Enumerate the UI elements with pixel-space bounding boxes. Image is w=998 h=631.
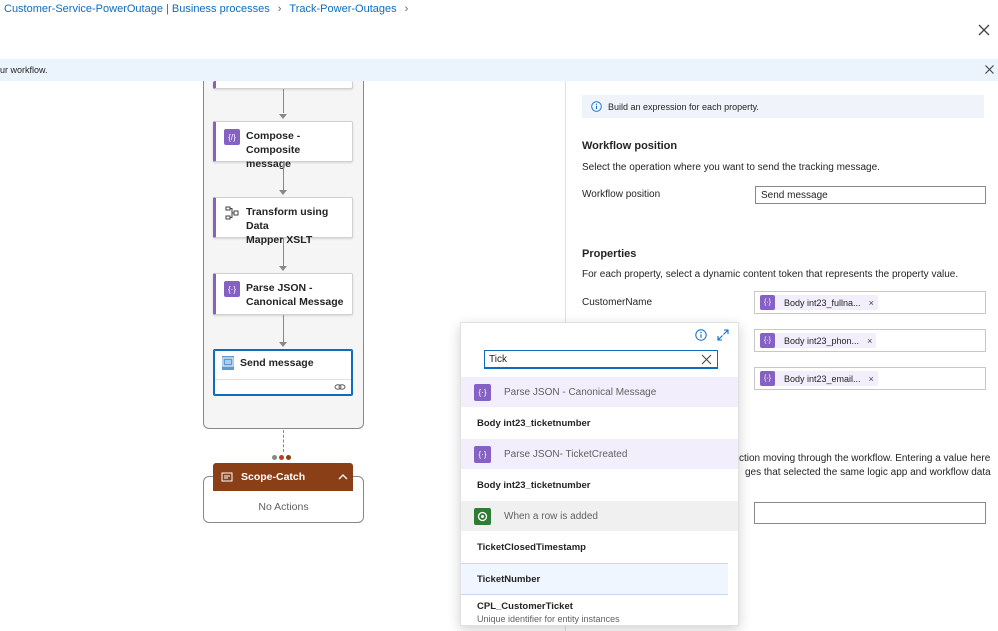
remove-token-icon[interactable]: ×: [867, 336, 872, 346]
chevron-up-icon[interactable]: [338, 473, 348, 480]
status-dot: [279, 455, 284, 460]
email-field[interactable]: {·} Body int23_email... ×: [754, 367, 986, 390]
action-card-label: Compose - Composite message: [246, 130, 301, 170]
info-bar: ur workflow.: [0, 59, 998, 81]
workflow-position-label: Workflow position: [582, 189, 661, 200]
connector-line: [283, 238, 284, 266]
breadcrumb-item-workflow[interactable]: Track-Power-Outages: [289, 3, 396, 15]
info-icon[interactable]: [695, 329, 707, 341]
remove-token-icon[interactable]: ×: [869, 298, 874, 308]
chevron-right-icon: ›: [277, 3, 282, 15]
action-card-label: Transform using Data Mapper XSLT: [246, 206, 329, 246]
list-item[interactable]: CPL_CustomerTicket Unique identifier for…: [461, 595, 738, 624]
group-label: When a row is added: [504, 510, 598, 522]
chevron-right-icon: ›: [404, 3, 409, 15]
token-label: Body int23_fullna...: [784, 297, 861, 308]
action-card-compose[interactable]: {/} Compose - Composite message: [213, 121, 353, 170]
info-note: Build an expression for each property.: [582, 95, 984, 118]
parse-json-icon: {·}: [760, 295, 775, 310]
list-item-selected[interactable]: TicketNumber: [461, 563, 728, 595]
group-label: Parse JSON- TicketCreated: [504, 448, 628, 460]
dynamic-token[interactable]: {·} Body int23_email... ×: [760, 371, 878, 386]
no-actions-text: No Actions: [258, 501, 309, 513]
scope-icon: [221, 472, 233, 482]
breadcrumb-item-logic-app[interactable]: Customer-Service-PowerOutage | Business …: [4, 3, 270, 15]
tracking-description-line: ction moving through the workflow. Enter…: [739, 453, 991, 464]
dataverse-icon: [474, 507, 491, 525]
service-bus-icon: [222, 356, 234, 370]
tracking-description-line: ges that selected the same logic app and…: [745, 467, 991, 478]
scope-catch-label: Scope-Catch: [241, 471, 306, 483]
dynamic-token[interactable]: {·} Body int23_phon... ×: [760, 333, 877, 348]
list-item[interactable]: TicketClosedTimestamp: [461, 531, 738, 563]
info-bar-text: ur workflow.: [0, 65, 48, 75]
item-label: CPL_CustomerTicket: [477, 601, 573, 612]
status-dot: [272, 455, 277, 460]
connector-line: [283, 430, 284, 452]
customer-name-field[interactable]: {·} Body int23_fullna... ×: [754, 291, 986, 314]
token-label: Body int23_phon...: [784, 335, 860, 346]
dynamic-content-picker: {·} Parse JSON - Canonical Message Body …: [460, 322, 739, 626]
parse-json-icon: {·}: [224, 281, 240, 297]
token-label: Body int23_email...: [784, 373, 861, 384]
close-icon[interactable]: [976, 22, 992, 38]
workflow-position-value: Send message: [761, 189, 828, 201]
picker-list: {·} Parse JSON - Canonical Message Body …: [461, 377, 738, 624]
customer-name-label: CustomerName: [582, 297, 653, 308]
breadcrumb: Customer-Service-PowerOutage | Business …: [4, 1, 408, 17]
connector-arrow: [279, 342, 287, 347]
connector-line: [283, 89, 284, 113]
parse-json-icon: {·}: [474, 445, 491, 463]
action-card-send-message[interactable]: Send message: [213, 349, 353, 396]
action-card-footer: [215, 379, 351, 395]
workflow-position-field[interactable]: Send message: [755, 186, 986, 204]
list-item[interactable]: Body int23_ticketnumber: [461, 469, 738, 501]
action-card-label: Parse JSON - Canonical Message: [246, 282, 344, 308]
transform-icon: [224, 205, 240, 221]
workflow-position-heading: Workflow position: [582, 140, 678, 152]
tracking-id-field[interactable]: [754, 502, 986, 524]
action-card-label: Send message: [240, 357, 314, 369]
expand-icon[interactable]: [717, 329, 729, 341]
workflow-position-description: Select the operation where you want to s…: [582, 162, 880, 173]
item-label: TicketClosedTimestamp: [477, 541, 586, 553]
properties-description: For each property, select a dynamic cont…: [582, 269, 959, 280]
scope-catch-header[interactable]: Scope-Catch: [213, 463, 353, 491]
parse-json-icon: {·}: [760, 371, 775, 386]
connector-arrow: [279, 114, 287, 119]
connector-arrow: [279, 266, 287, 271]
parse-json-icon: {·}: [760, 333, 775, 348]
item-label: TicketNumber: [477, 573, 541, 585]
properties-heading: Properties: [582, 248, 637, 260]
phone-field[interactable]: {·} Body int23_phon... ×: [754, 329, 986, 352]
info-note-text: Build an expression for each property.: [608, 101, 759, 112]
run-after-indicator[interactable]: [272, 455, 291, 460]
picker-search-input[interactable]: [484, 350, 718, 369]
group-when-row-added[interactable]: When a row is added: [461, 501, 738, 531]
item-description: Unique identifier for entity instances: [477, 614, 620, 624]
action-card-transform[interactable]: Transform using Data Mapper XSLT: [213, 197, 353, 246]
previous-action-card[interactable]: [213, 81, 353, 89]
compose-icon: {/}: [224, 129, 240, 145]
clear-icon[interactable]: [701, 354, 712, 365]
group-label: Parse JSON - Canonical Message: [504, 386, 657, 398]
action-card-parse-json[interactable]: {·} Parse JSON - Canonical Message: [213, 273, 353, 315]
item-label: Body int23_ticketnumber: [477, 417, 591, 429]
close-icon[interactable]: [984, 64, 995, 75]
link-icon[interactable]: [334, 382, 346, 392]
connector-line: [283, 162, 284, 190]
group-parse-json-ticketcreated[interactable]: {·} Parse JSON- TicketCreated: [461, 439, 738, 469]
parse-json-icon: {·}: [474, 383, 491, 401]
status-dot: [286, 455, 291, 460]
list-item[interactable]: Body int23_ticketnumber: [461, 407, 738, 439]
connector-line: [283, 315, 284, 342]
connector-arrow: [279, 190, 287, 195]
group-parse-json-canonical[interactable]: {·} Parse JSON - Canonical Message: [461, 377, 738, 407]
dynamic-token[interactable]: {·} Body int23_fullna... ×: [760, 295, 878, 310]
info-icon: [591, 101, 602, 112]
remove-token-icon[interactable]: ×: [869, 374, 874, 384]
item-label: Body int23_ticketnumber: [477, 479, 591, 491]
